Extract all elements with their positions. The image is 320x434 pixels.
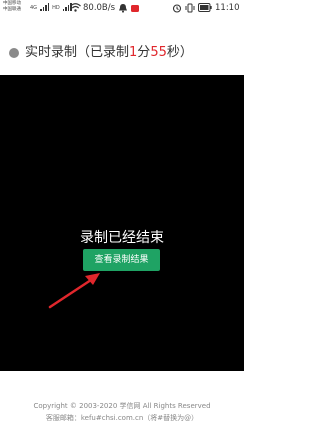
status-bar: 中国移动 中国联通 4G HD 80.0B/s 11:10 xyxy=(0,0,244,18)
signal-tag-hd: HD xyxy=(52,5,60,11)
signal-tag-4g: 4G xyxy=(30,5,38,11)
recorded-seconds: 55 xyxy=(150,45,167,60)
wifi-icon xyxy=(70,3,81,12)
network-speed: 80.0B/s xyxy=(83,3,116,13)
carrier-2: 中国联通 xyxy=(3,7,21,12)
contact-email-text: 客服邮箱：kefu#chsi.com.cn（将#替换为@） xyxy=(45,414,199,422)
view-recording-button[interactable]: 查看录制结果 xyxy=(83,249,160,271)
alarm-icon xyxy=(172,4,182,13)
status-dot-icon xyxy=(9,48,19,58)
signal-icon: 4G HD xyxy=(30,3,72,11)
video-player: 录制已经结束 查看录制结果 xyxy=(0,75,244,371)
page-title: 实时录制（已录制1分55秒） xyxy=(25,44,193,62)
clock: 11:10 xyxy=(215,3,240,13)
vibrate-icon xyxy=(185,3,195,13)
notification-icon xyxy=(119,4,127,13)
footer: Copyright © 2003-2020 学信网 All Rights Res… xyxy=(0,400,244,424)
red-arrow-annotation xyxy=(48,273,100,309)
recording-ended-text: 录制已经结束 xyxy=(80,230,164,246)
page-title-row: 实时录制（已录制1分55秒） xyxy=(0,40,244,64)
signal-bars-1 xyxy=(40,3,50,11)
minute-unit: 分 xyxy=(137,45,151,60)
battery-icon xyxy=(198,3,212,12)
carrier-labels: 中国移动 中国联通 xyxy=(3,1,29,13)
second-unit: 秒） xyxy=(166,45,193,60)
copyright-text: Copyright © 2003-2020 学信网 All Rights Res… xyxy=(33,402,211,410)
app-notification-icon xyxy=(131,5,139,12)
title-prefix: 实时录制（已录制 xyxy=(25,45,130,60)
